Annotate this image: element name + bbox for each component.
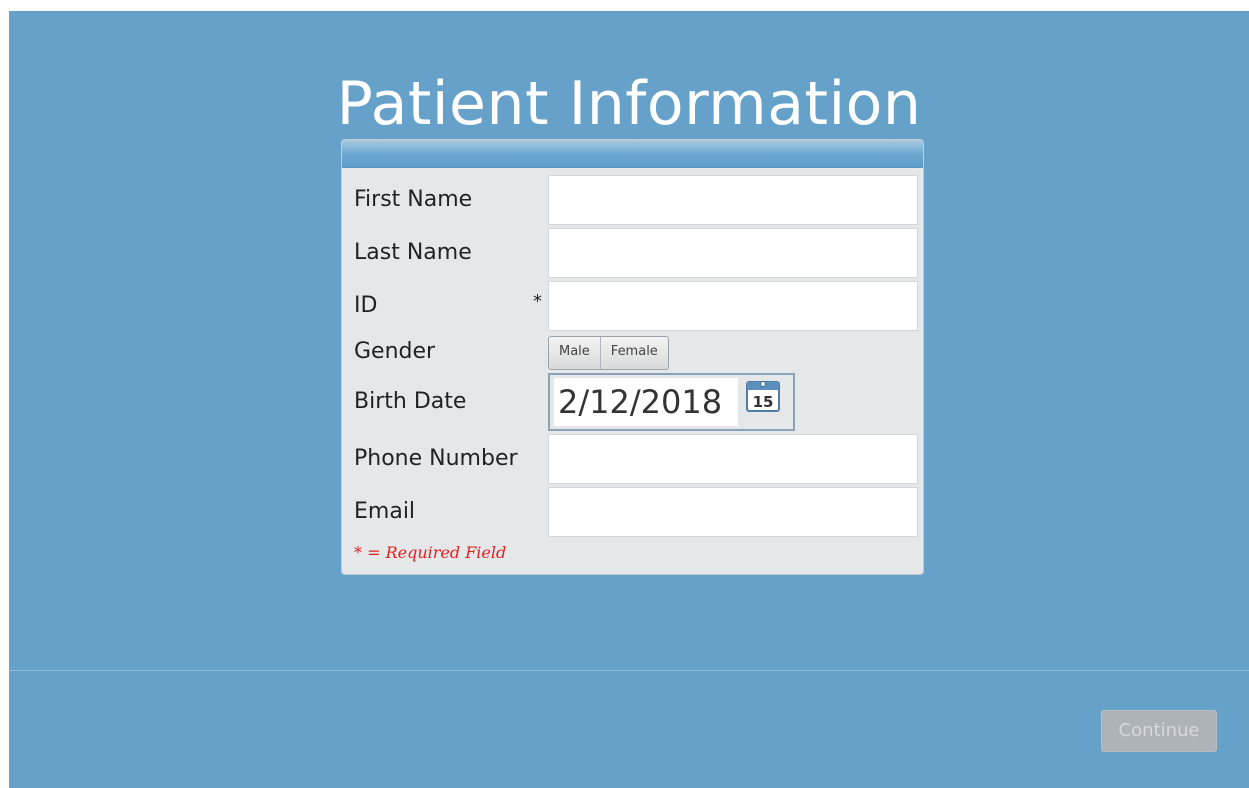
page-title: Patient Information <box>336 69 922 140</box>
first-name-label: First Name <box>354 187 473 212</box>
birth-date-input[interactable] <box>554 378 738 426</box>
gender-male-button[interactable]: Male <box>549 337 600 369</box>
footer-divider <box>9 670 1249 671</box>
app-window: Patient Information First Name Last Name… <box>9 11 1249 788</box>
email-input[interactable] <box>548 487 918 537</box>
gender-label: Gender <box>354 339 436 364</box>
calendar-day-text: 15 <box>753 393 774 411</box>
phone-number-label: Phone Number <box>354 446 518 471</box>
last-name-input[interactable] <box>548 228 918 278</box>
birth-date-label: Birth Date <box>354 389 467 414</box>
gender-toggle-group: Male Female <box>548 336 669 370</box>
id-label: ID <box>354 293 378 318</box>
calendar-icon[interactable]: 15 <box>746 379 780 413</box>
last-name-label: Last Name <box>354 240 472 265</box>
id-input[interactable] <box>548 281 918 331</box>
required-marker: * <box>533 291 542 312</box>
birth-date-picker: 15 <box>548 373 795 431</box>
patient-form-card: First Name Last Name ID * Gender Male Fe… <box>341 139 924 575</box>
continue-button[interactable]: Continue <box>1101 710 1217 752</box>
required-field-note: * = Required Field <box>354 543 507 562</box>
email-label: Email <box>354 499 416 524</box>
gender-female-button[interactable]: Female <box>599 337 668 369</box>
form-card-header <box>342 140 923 168</box>
first-name-input[interactable] <box>548 175 918 225</box>
phone-number-input[interactable] <box>548 434 918 484</box>
